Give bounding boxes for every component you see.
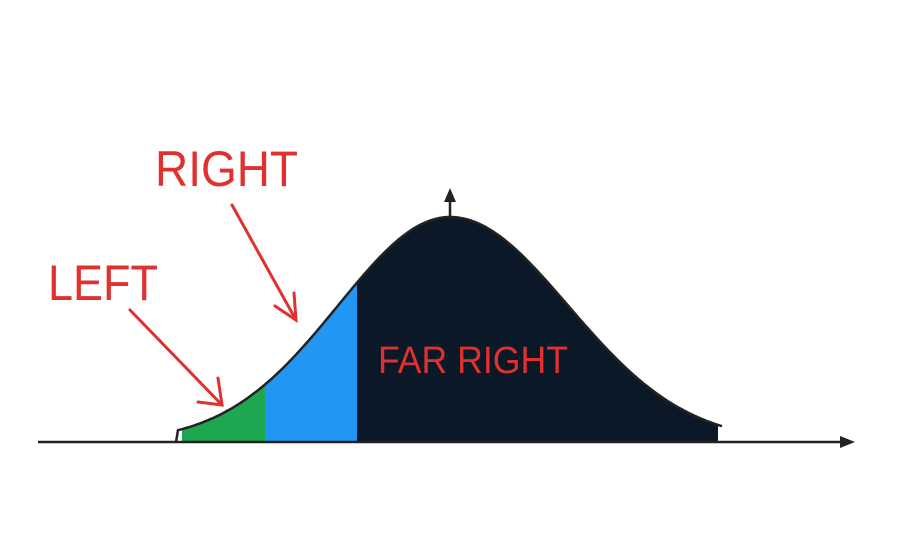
right-pointer-arrow — [230, 203, 298, 323]
far-right-label: FAR RIGHT — [378, 340, 568, 382]
left-label: LEFT — [48, 255, 158, 311]
peak-arrow — [444, 188, 456, 217]
arrow-right-icon — [840, 436, 855, 448]
left-pointer-arrow — [128, 308, 224, 407]
far-right-region — [357, 217, 718, 442]
right-label: RIGHT — [155, 141, 298, 197]
arrow-up-icon — [444, 188, 456, 202]
right-region — [265, 282, 357, 442]
bell-curve-diagram: RIGHT LEFT FAR RIGHT — [38, 141, 855, 448]
